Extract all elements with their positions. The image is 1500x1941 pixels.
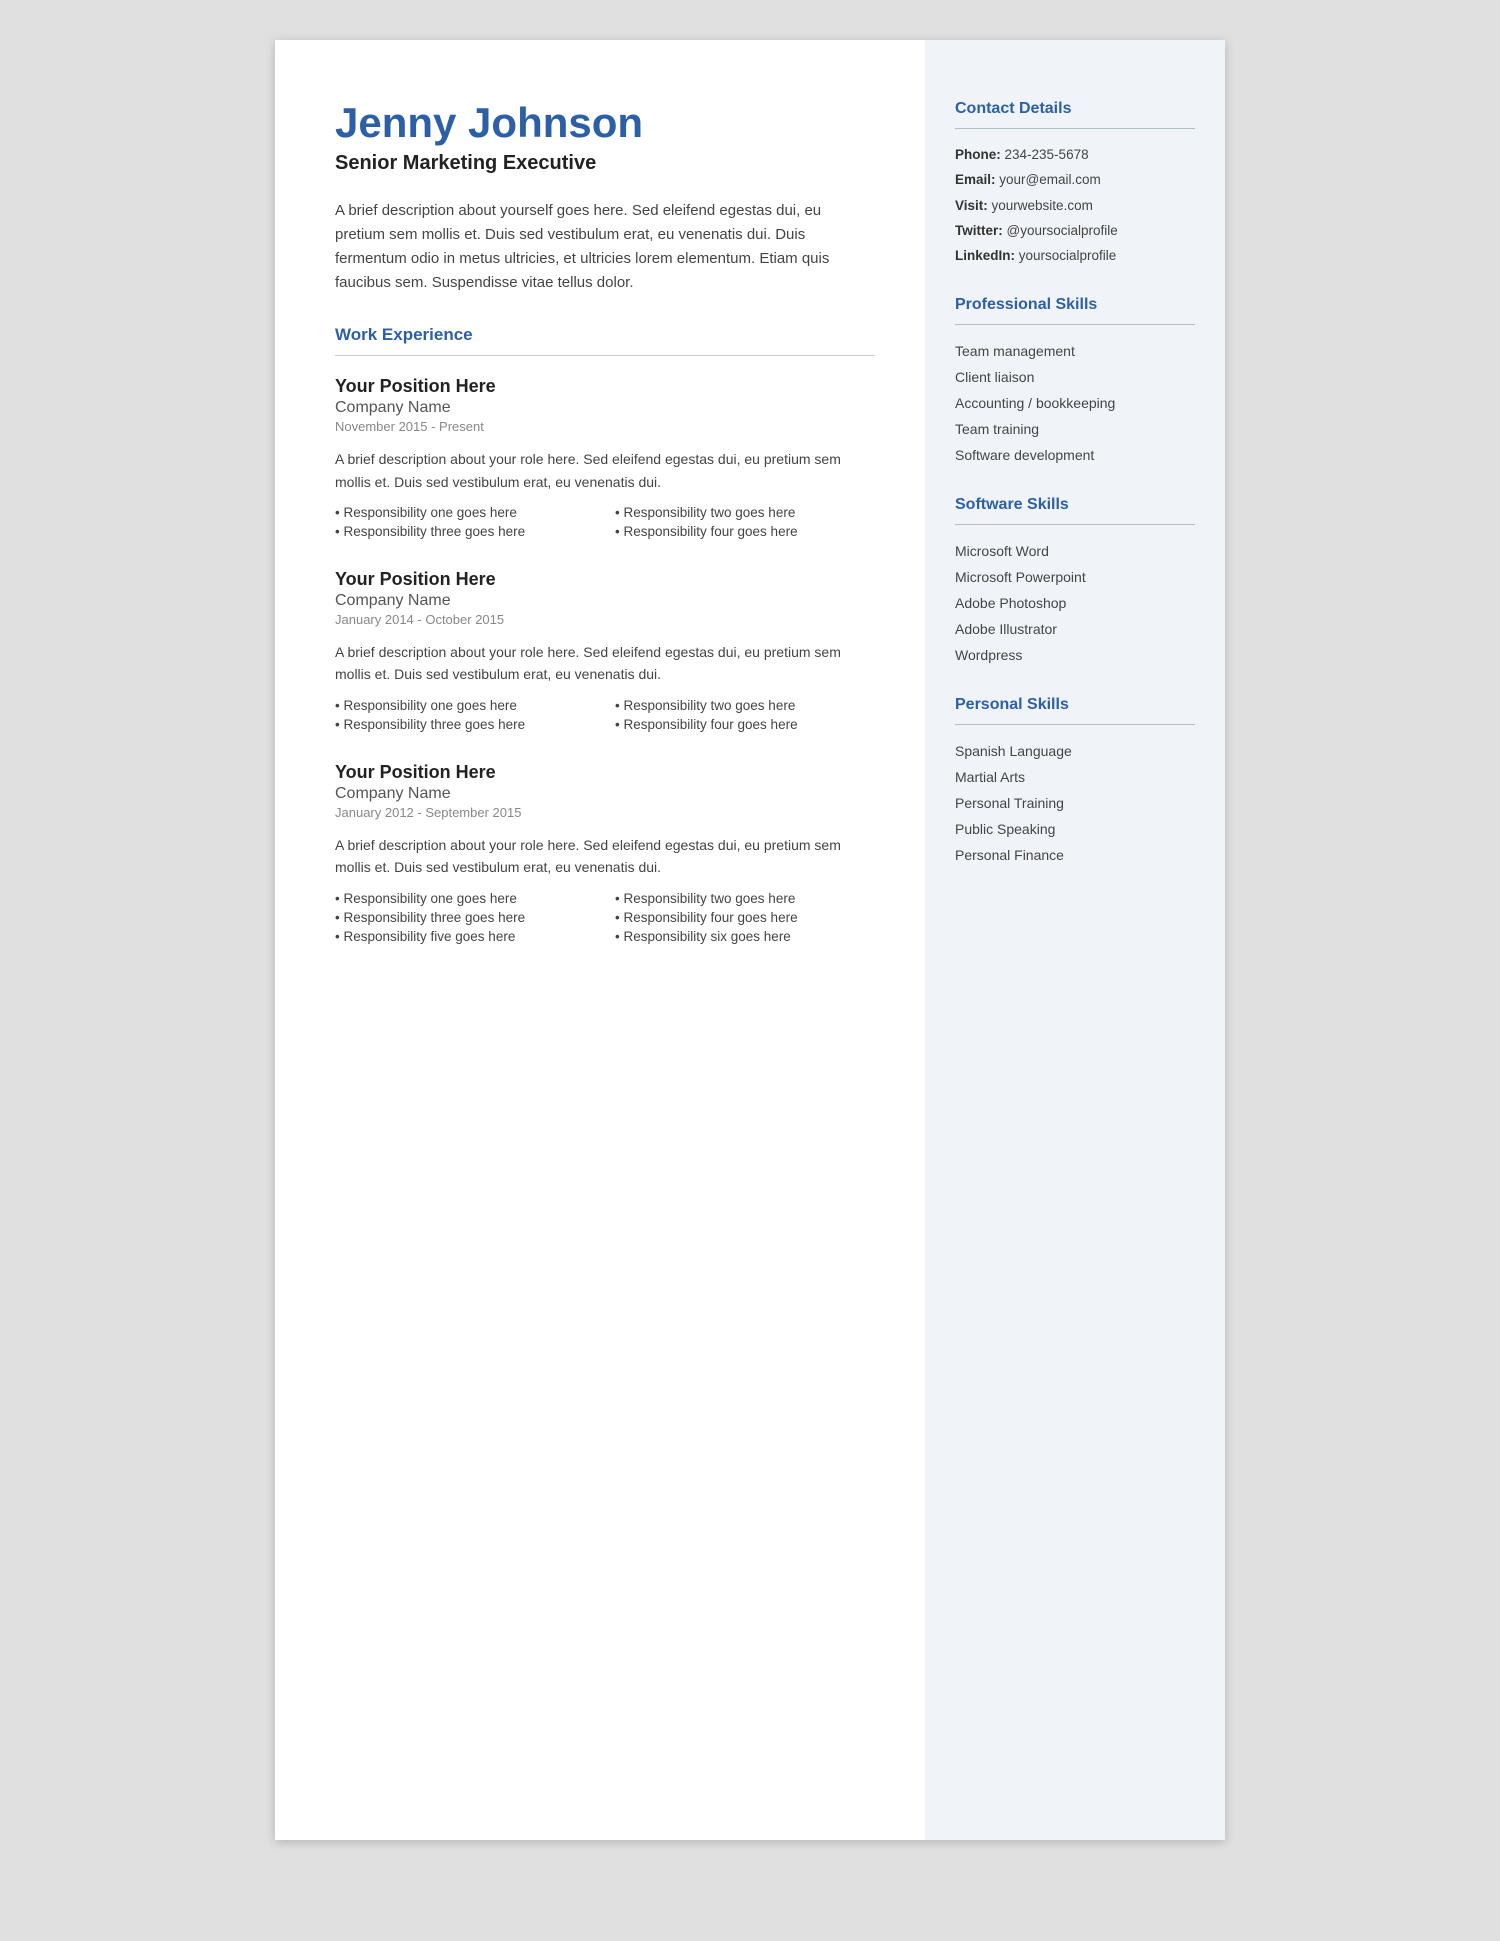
email-label: Email: bbox=[955, 172, 996, 187]
responsibilities-grid: Responsibility one goes here Responsibili… bbox=[335, 891, 875, 944]
work-experience-divider bbox=[335, 355, 875, 356]
phone-value: 234-235-5678 bbox=[1005, 147, 1089, 162]
responsibility-item: Responsibility three goes here bbox=[335, 524, 595, 539]
resume-page: Jenny Johnson Senior Marketing Executive… bbox=[275, 40, 1225, 1840]
job-2: Your Position Here Company Name January … bbox=[335, 762, 875, 944]
professional-skill-item: Software development bbox=[955, 445, 1195, 466]
contact-twitter: Twitter: @yoursocialprofile bbox=[955, 221, 1195, 241]
software-skill-item: Wordpress bbox=[955, 645, 1195, 666]
contact-linkedin: LinkedIn: yoursocialprofile bbox=[955, 246, 1195, 266]
twitter-label: Twitter: bbox=[955, 223, 1003, 238]
linkedin-value: yoursocialprofile bbox=[1019, 248, 1117, 263]
company-name: Company Name bbox=[335, 785, 875, 803]
professional-skills-divider bbox=[955, 324, 1195, 325]
professional-skill-item: Team management bbox=[955, 341, 1195, 362]
job-description: A brief description about your role here… bbox=[335, 641, 875, 686]
software-skills-list: Microsoft Word Microsoft Powerpoint Adobe … bbox=[955, 541, 1195, 666]
personal-skills-list: Spanish Language Martial Arts Personal Tra… bbox=[955, 741, 1195, 866]
visit-label: Visit: bbox=[955, 198, 988, 213]
contact-heading: Contact Details bbox=[955, 100, 1195, 118]
candidate-title: Senior Marketing Executive bbox=[335, 152, 875, 175]
software-skill-item: Adobe Illustrator bbox=[955, 619, 1195, 640]
software-skills-section: Software Skills Microsoft WordMicrosoft … bbox=[955, 496, 1195, 666]
professional-skill-item: Team training bbox=[955, 419, 1195, 440]
linkedin-label: LinkedIn: bbox=[955, 248, 1015, 263]
work-experience-heading: Work Experience bbox=[335, 325, 875, 345]
contact-visit: Visit: yourwebsite.com bbox=[955, 196, 1195, 216]
professional-skills-section: Professional Skills Team management Clien… bbox=[955, 296, 1195, 466]
software-skill-item: Microsoft Powerpoint bbox=[955, 567, 1195, 588]
responsibility-item: Responsibility one goes here bbox=[335, 891, 595, 906]
phone-label: Phone: bbox=[955, 147, 1001, 162]
responsibility-item: Responsibility four goes here bbox=[615, 524, 875, 539]
sidebar: Contact Details Phone: 234-235-5678 Emai… bbox=[925, 40, 1225, 1840]
responsibility-item: Responsibility four goes here bbox=[615, 910, 875, 925]
responsibility-item: Responsibility one goes here bbox=[335, 505, 595, 520]
responsibility-item: Responsibility two goes here bbox=[615, 698, 875, 713]
software-skill-item: Adobe Photoshop bbox=[955, 593, 1195, 614]
company-name: Company Name bbox=[335, 592, 875, 610]
software-skill-item: Microsoft Word bbox=[955, 541, 1195, 562]
main-content: Jenny Johnson Senior Marketing Executive… bbox=[275, 40, 925, 1840]
personal-skill-item: Personal Training bbox=[955, 793, 1195, 814]
job-dates: January 2014 - October 2015 bbox=[335, 612, 875, 627]
visit-value: yourwebsite.com bbox=[992, 198, 1093, 213]
contact-divider bbox=[955, 128, 1195, 129]
software-skills-heading: Software Skills bbox=[955, 496, 1195, 514]
job-title: Your Position Here bbox=[335, 569, 875, 590]
candidate-name: Jenny Johnson bbox=[335, 100, 875, 146]
responsibility-item: Responsibility three goes here bbox=[335, 910, 595, 925]
job-dates: November 2015 - Present bbox=[335, 419, 875, 434]
twitter-value: @yoursocialprofile bbox=[1007, 223, 1118, 238]
contact-phone: Phone: 234-235-5678 bbox=[955, 145, 1195, 165]
professional-skills-list: Team management Client liaison Accounting … bbox=[955, 341, 1195, 466]
responsibility-item: Responsibility five goes here bbox=[335, 929, 595, 944]
responsibility-item: Responsibility six goes here bbox=[615, 929, 875, 944]
responsibility-item: Responsibility two goes here bbox=[615, 505, 875, 520]
job-1: Your Position Here Company Name January … bbox=[335, 569, 875, 732]
job-title: Your Position Here bbox=[335, 762, 875, 783]
responsibilities-grid: Responsibility one goes here Responsibili… bbox=[335, 505, 875, 539]
responsibilities-grid: Responsibility one goes here Responsibili… bbox=[335, 698, 875, 732]
personal-skills-heading: Personal Skills bbox=[955, 696, 1195, 714]
software-skills-divider bbox=[955, 524, 1195, 525]
contact-email: Email: your@email.com bbox=[955, 170, 1195, 190]
personal-skill-item: Spanish Language bbox=[955, 741, 1195, 762]
bio-text: A brief description about yourself goes … bbox=[335, 199, 875, 295]
professional-skills-heading: Professional Skills bbox=[955, 296, 1195, 314]
job-0: Your Position Here Company Name November… bbox=[335, 376, 875, 539]
contact-section: Contact Details Phone: 234-235-5678 Emai… bbox=[955, 100, 1195, 266]
email-value: your@email.com bbox=[999, 172, 1100, 187]
personal-skill-item: Personal Finance bbox=[955, 845, 1195, 866]
personal-skills-section: Personal Skills Spanish Language Martial … bbox=[955, 696, 1195, 866]
responsibility-item: Responsibility three goes here bbox=[335, 717, 595, 732]
responsibility-item: Responsibility one goes here bbox=[335, 698, 595, 713]
professional-skill-item: Accounting / bookkeeping bbox=[955, 393, 1195, 414]
jobs-container: Your Position Here Company Name November… bbox=[335, 376, 875, 943]
job-description: A brief description about your role here… bbox=[335, 834, 875, 879]
job-dates: January 2012 - September 2015 bbox=[335, 805, 875, 820]
personal-skill-item: Public Speaking bbox=[955, 819, 1195, 840]
responsibility-item: Responsibility two goes here bbox=[615, 891, 875, 906]
personal-skills-divider bbox=[955, 724, 1195, 725]
professional-skill-item: Client liaison bbox=[955, 367, 1195, 388]
company-name: Company Name bbox=[335, 399, 875, 417]
personal-skill-item: Martial Arts bbox=[955, 767, 1195, 788]
job-description: A brief description about your role here… bbox=[335, 448, 875, 493]
responsibility-item: Responsibility four goes here bbox=[615, 717, 875, 732]
job-title: Your Position Here bbox=[335, 376, 875, 397]
